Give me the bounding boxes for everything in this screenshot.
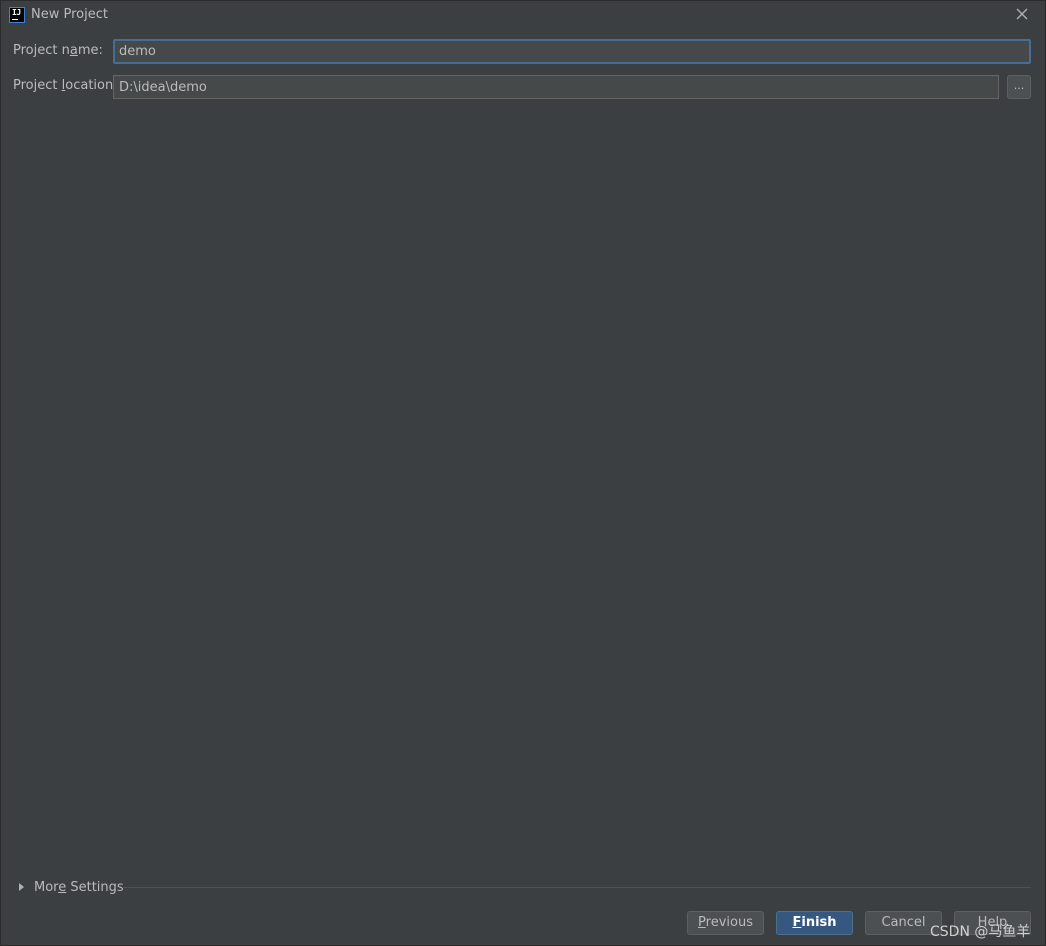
intellij-idea-icon: IJ [9, 7, 25, 23]
finish-button[interactable]: Finish [776, 911, 853, 935]
more-settings-label: More Settings [34, 879, 124, 895]
close-button[interactable] [1013, 5, 1031, 23]
close-icon [1016, 8, 1028, 20]
window-title: New Project [31, 7, 108, 22]
help-button[interactable]: Help [954, 911, 1031, 935]
more-settings-separator [122, 887, 1031, 888]
project-location-label: Project location: [13, 78, 118, 93]
browse-button[interactable]: ... [1007, 75, 1031, 99]
title-bar: IJ New Project [1, 1, 1045, 29]
project-name-input[interactable] [113, 39, 1031, 64]
project-location-input[interactable] [113, 75, 999, 99]
previous-button[interactable]: Previous [687, 911, 764, 935]
more-settings-toggle[interactable]: More Settings [19, 878, 124, 896]
expand-triangle-icon [19, 883, 24, 891]
project-name-label: Project name: [13, 43, 103, 58]
new-project-dialog: IJ New Project Project name: Project loc… [0, 0, 1046, 946]
cancel-button[interactable]: Cancel [865, 911, 942, 935]
